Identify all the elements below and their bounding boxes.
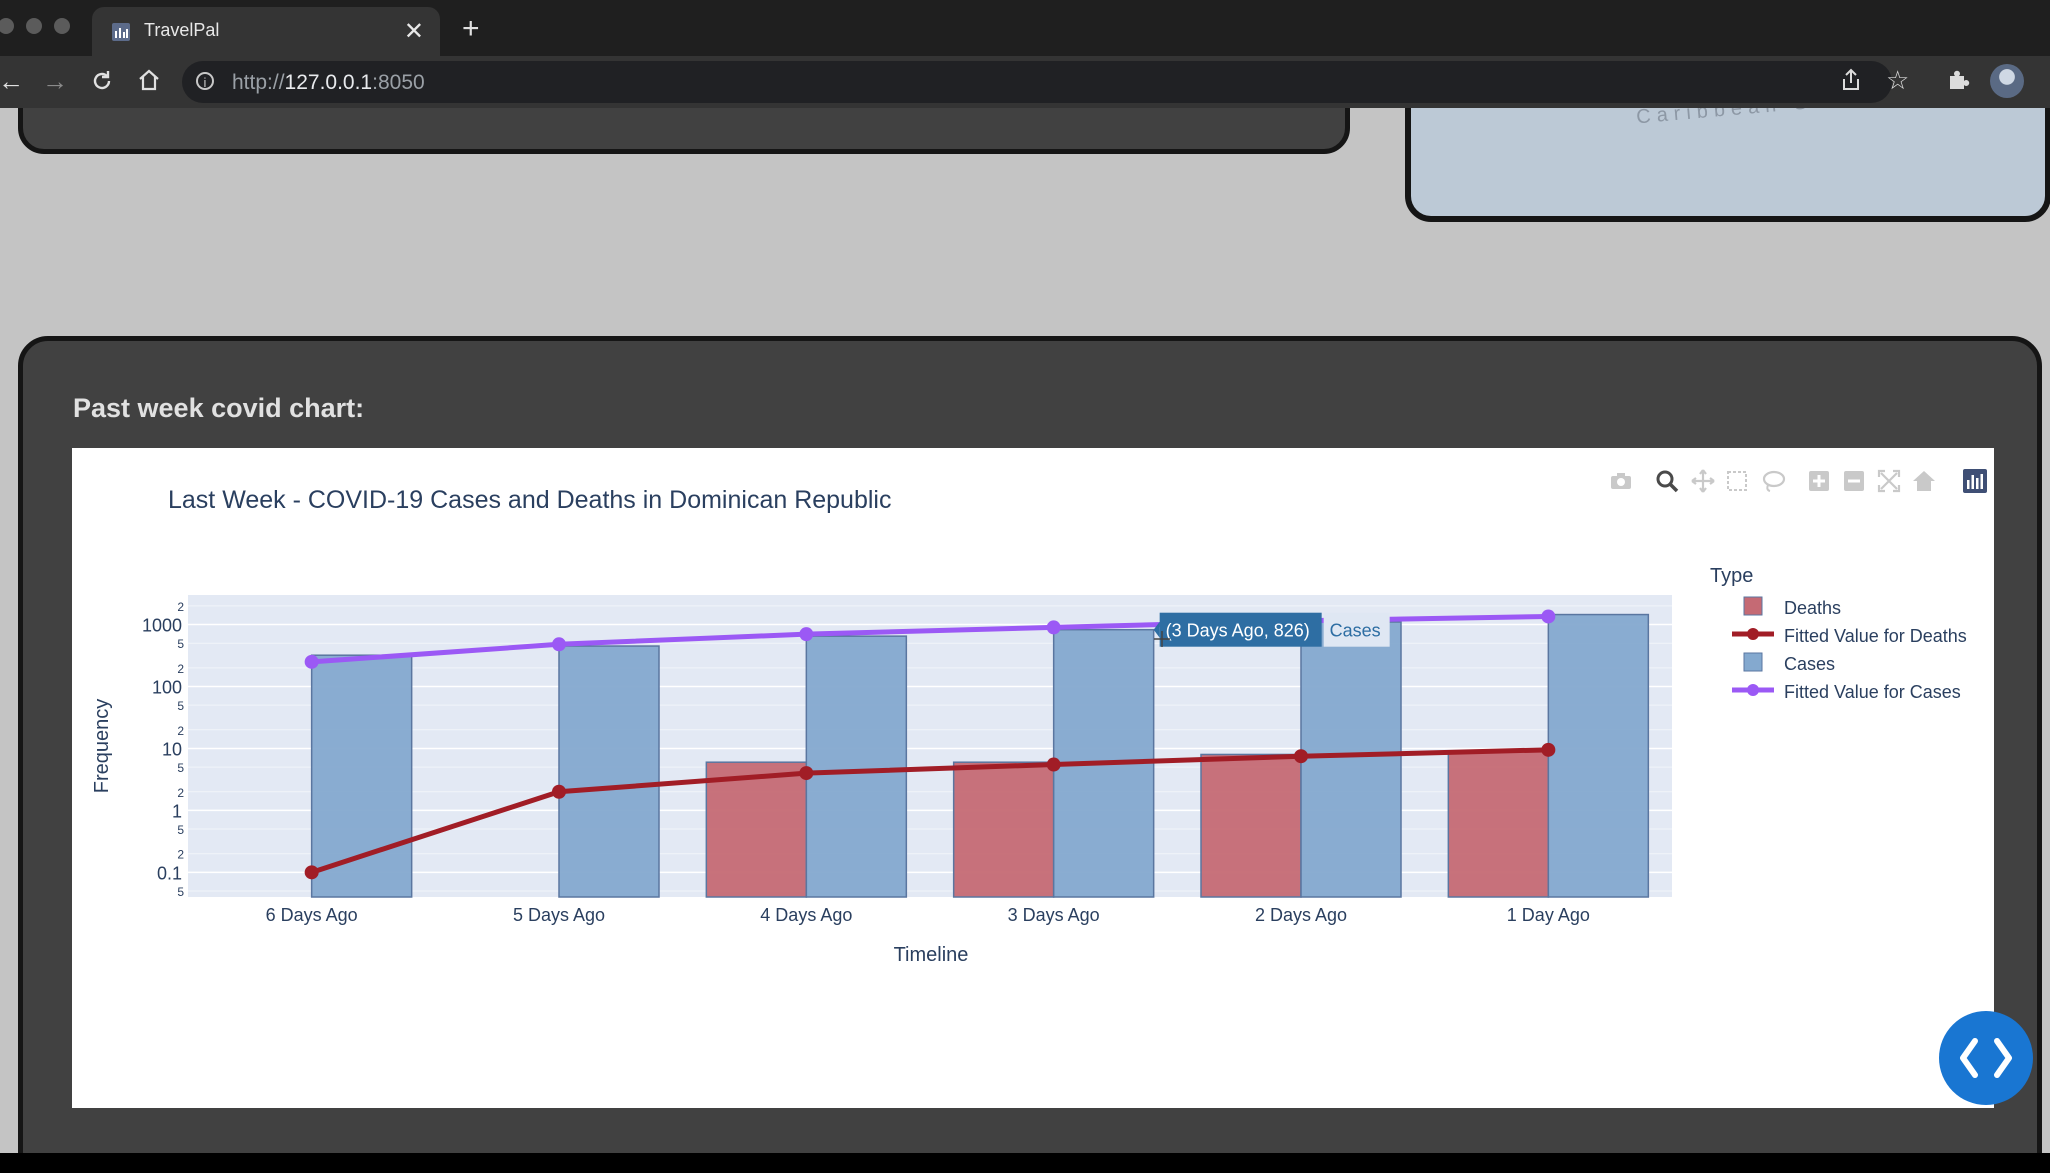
legend-swatch[interactable] <box>1743 652 1763 672</box>
legend-item-label[interactable]: Fitted Value for Cases <box>1784 682 1961 702</box>
x-axis-title: Timeline <box>894 944 969 966</box>
cases-bar[interactable] <box>805 635 908 898</box>
fitted-point[interactable] <box>1294 749 1308 764</box>
chart-title: Last Week - COVID-19 Cases and Deaths in… <box>168 486 891 514</box>
fitted-point[interactable] <box>552 784 566 799</box>
bottom-edge <box>0 1153 2050 1173</box>
fitted-point[interactable] <box>1046 757 1061 772</box>
dev-tools-toggle-button[interactable] <box>1939 1011 2033 1105</box>
legend-marker[interactable] <box>1747 684 1759 696</box>
x-tick-label: 5 Days Ago <box>513 905 605 925</box>
x-tick-label: 4 Days Ago <box>760 905 852 925</box>
cases-bar[interactable] <box>558 645 660 898</box>
zoom-in-icon[interactable] <box>1806 468 1832 494</box>
zoom-out-icon[interactable] <box>1841 468 1867 494</box>
browser-tab[interactable]: TravelPal ✕ <box>92 7 440 56</box>
fitted-point[interactable] <box>1541 609 1556 624</box>
x-tick-label: 2 Days Ago <box>1255 905 1347 925</box>
address-bar[interactable]: i http://127.0.0.1:8050 <box>182 61 1892 103</box>
box-select-icon[interactable] <box>1724 468 1750 494</box>
top-card <box>18 108 1350 154</box>
window-close-dot[interactable] <box>0 18 14 34</box>
home-icon[interactable] <box>137 68 161 92</box>
plot-container[interactable]: 0.1 1 10 100 1000 5 2 5 2 5 2 5 2 5 2 6 Days Ago 5 Days… <box>72 448 1994 1108</box>
fitted-point[interactable] <box>552 637 566 652</box>
hover-series-text: Cases <box>1330 621 1381 641</box>
camera-icon[interactable] <box>1608 468 1634 494</box>
x-tick-label: 3 Days Ago <box>1008 905 1100 925</box>
y-axis-title: Frequency <box>91 699 113 794</box>
extensions-puzzle-icon[interactable] <box>1946 68 1970 92</box>
legend-item-label[interactable]: Deaths <box>1784 598 1841 618</box>
y-minor-tick-label: 5 <box>177 823 184 837</box>
lasso-select-icon[interactable] <box>1760 468 1786 494</box>
site-info-icon[interactable]: i <box>196 72 214 90</box>
y-minor-tick-label: 2 <box>177 848 184 862</box>
bookmark-star-icon[interactable]: ☆ <box>1886 65 1909 96</box>
y-tick-label: 10 <box>162 739 182 759</box>
legend-item-label[interactable]: Fitted Value for Deaths <box>1784 626 1967 646</box>
y-tick-label: 0.1 <box>157 863 182 883</box>
map-sea-label: Caribbean Se <box>1635 108 1831 129</box>
y-minor-tick-label: 2 <box>177 786 184 800</box>
section-heading: Past week covid chart: <box>73 393 365 423</box>
y-minor-tick-label: 5 <box>177 885 184 899</box>
reset-axes-home-icon[interactable] <box>1911 468 1937 494</box>
url-text: http://127.0.0.1:8050 <box>232 71 425 94</box>
page-viewport: Caribbean Se Past week covid chart: 0.1 1… <box>0 108 2050 1153</box>
deaths-bar[interactable] <box>1447 750 1550 898</box>
dashboard-favicon-icon <box>112 23 130 41</box>
y-minor-tick-label: 2 <box>177 662 184 676</box>
deaths-bar[interactable] <box>705 761 808 898</box>
hover-value-text: (3 Days Ago, 826) <box>1166 621 1310 641</box>
code-brackets-icon <box>1960 1038 2012 1078</box>
fitted-point[interactable] <box>799 766 814 781</box>
cases-bar[interactable] <box>1300 621 1402 898</box>
x-tick-label: 1 Day Ago <box>1507 905 1590 925</box>
y-tick-label: 100 <box>152 678 182 698</box>
browser-toolbar: ← → i http://127.0.0.1:8050 ☆ <box>0 56 2050 108</box>
fitted-point[interactable] <box>799 627 814 642</box>
deaths-bar[interactable] <box>952 761 1055 898</box>
covid-chart[interactable]: 0.111010010005252525252 6 Days Ago 5 Days… <box>72 448 1994 1108</box>
y-minor-tick-label: 2 <box>177 600 184 614</box>
window-minimize-dot[interactable] <box>26 18 42 34</box>
fitted-point[interactable] <box>304 865 319 880</box>
tab-close-icon[interactable]: ✕ <box>404 17 424 46</box>
pan-icon[interactable] <box>1690 468 1716 494</box>
y-minor-tick-label: 5 <box>177 761 184 775</box>
plotly-logo-icon[interactable] <box>1962 468 1988 494</box>
legend-swatch[interactable] <box>1743 596 1763 616</box>
y-minor-tick-label: 2 <box>177 724 184 738</box>
fitted-point[interactable] <box>1541 742 1556 757</box>
hover-tooltip: (3 Days Ago, 826) Cases <box>1153 612 1390 647</box>
chart-legend: Type Deaths Fitted Value for Deaths Cases F… <box>1710 565 1967 702</box>
cases-bar[interactable] <box>1547 613 1650 898</box>
legend-item-label[interactable]: Cases <box>1784 654 1835 674</box>
y-minor-tick-label: 5 <box>177 699 184 713</box>
cases-bar[interactable] <box>310 654 413 898</box>
legend-marker[interactable] <box>1747 628 1759 640</box>
profile-avatar[interactable] <box>1990 64 2024 98</box>
autoscale-icon[interactable] <box>1876 468 1902 494</box>
share-icon[interactable] <box>1840 68 1862 92</box>
browser-title-bar: TravelPal ✕ + <box>0 0 2050 56</box>
covid-chart-card: Past week covid chart: 0.1 1 10 100 1000 5 2 5 2… <box>18 336 2042 1153</box>
fitted-point[interactable] <box>304 654 319 669</box>
zoom-icon[interactable] <box>1654 468 1680 494</box>
y-tick-label: 1 <box>172 801 182 821</box>
fitted-point[interactable] <box>1046 620 1061 635</box>
legend-title: Type <box>1710 565 1753 587</box>
reload-icon[interactable] <box>90 69 114 93</box>
y-minor-tick-label: 5 <box>177 637 184 651</box>
deaths-bar[interactable] <box>1200 753 1302 898</box>
forward-arrow-icon[interactable]: → <box>42 66 68 97</box>
tab-title: TravelPal <box>144 20 220 40</box>
y-tick-label: 1000 <box>142 616 182 636</box>
x-tick-label: 6 Days Ago <box>266 905 358 925</box>
back-arrow-icon[interactable]: ← <box>0 66 24 97</box>
map-card[interactable]: Caribbean Se <box>1405 108 2050 222</box>
window-zoom-dot[interactable] <box>54 18 70 34</box>
new-tab-button[interactable]: + <box>462 12 480 46</box>
